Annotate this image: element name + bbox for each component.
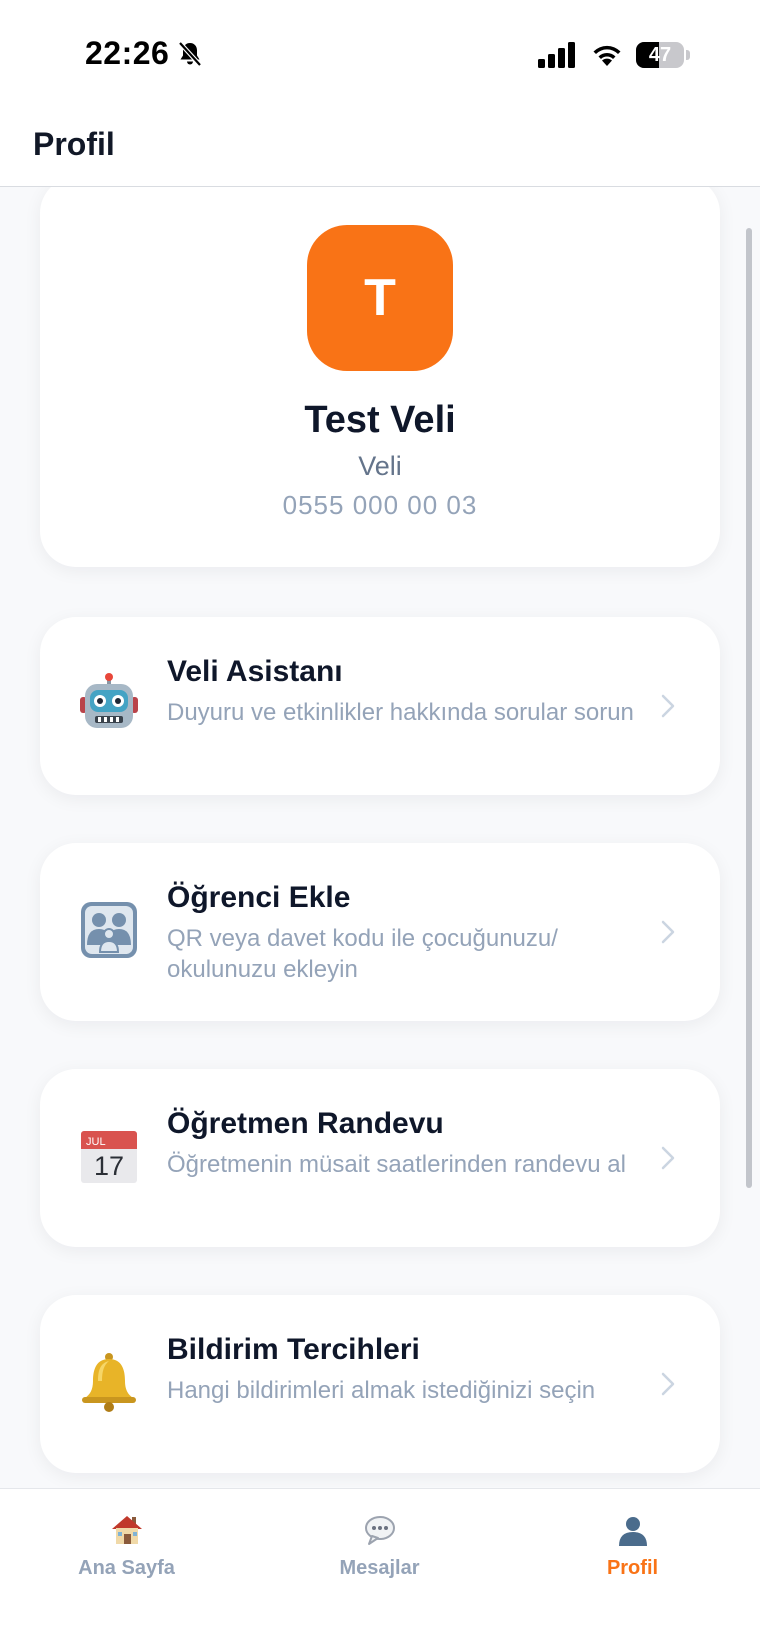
chevron-right-icon (661, 920, 675, 944)
menu-item-title: Bildirim Tercihleri (167, 1333, 420, 1366)
house-icon (112, 1516, 142, 1544)
menu-item-veli-asistani[interactable]: Veli Asistanı Duyuru ve etkinlikler hakk… (40, 617, 720, 795)
menu-item-ogrenci-ekle[interactable]: Öğrenci Ekle QR veya davet kodu ile çocu… (40, 843, 720, 1021)
menu-item-bildirim-tercihleri[interactable]: Bildirim Tercihleri Hangi bildirimleri a… (40, 1295, 720, 1473)
battery-level: 47 (648, 44, 672, 66)
tab-bar: Ana Sayfa Mesajlar Profil (0, 1488, 760, 1646)
wifi-icon (593, 45, 621, 66)
profile-card: T Test Veli Veli 0555 000 00 03 (40, 187, 720, 567)
menu-item-title: Veli Asistanı (167, 655, 343, 688)
profile-screen: 22:26 47 Profil T Test Veli Veli 0555 00… (0, 0, 760, 1646)
status-bar: 22:26 47 (0, 0, 760, 100)
status-time: 22:26 (85, 35, 170, 71)
menu-item-description: Öğretmenin müsait saatlerinden randevu a… (167, 1151, 626, 1178)
menu-item-description: Duyuru ve etkinlikler hakkında sorular s… (167, 699, 634, 726)
tab-ana-sayfa[interactable]: Ana Sayfa (0, 1489, 253, 1646)
speech-bubble-icon (365, 1516, 395, 1545)
menu-item-description: Hangi bildirimleri almak istediğinizi se… (167, 1377, 596, 1404)
battery-icon: 47 (636, 42, 690, 68)
profile-name: Test Veli (304, 399, 456, 441)
menu-item-title: Öğretmen Randevu (167, 1107, 444, 1140)
header: Profil (0, 100, 760, 187)
tab-label: Ana Sayfa (78, 1557, 175, 1579)
bell-icon (82, 1353, 136, 1412)
tab-profil[interactable]: Profil (506, 1489, 759, 1646)
bell-off-icon (178, 41, 202, 67)
calendar-icon: JUL 17 (81, 1131, 137, 1183)
chevron-right-icon (661, 1146, 675, 1170)
person-icon (619, 1517, 647, 1546)
robot-icon (80, 673, 138, 728)
avatar: T (307, 225, 453, 371)
menu-item-ogretmen-randevu[interactable]: JUL 17 Öğretmen Randevu Öğretmenin müsai… (40, 1069, 720, 1247)
tab-label: Mesajlar (339, 1557, 420, 1579)
menu-item-title: Öğrenci Ekle (167, 881, 351, 914)
chevron-right-icon (661, 694, 675, 718)
profile-phone: 0555 000 00 03 (282, 490, 478, 520)
menu-item-description: QR veya davet kodu ile çocuğunuzu/ okulu… (167, 925, 558, 983)
profile-role: Veli (358, 451, 402, 481)
chevron-right-icon (661, 1372, 675, 1396)
family-icon (81, 902, 137, 958)
content-scroll[interactable]: T Test Veli Veli 0555 000 00 03 Veli Asi… (0, 187, 760, 1487)
tab-mesajlar[interactable]: Mesajlar (253, 1489, 506, 1646)
page-title: Profil (33, 126, 115, 162)
signal-icon (538, 42, 575, 68)
calendar-month: JUL (86, 1136, 106, 1148)
scrollbar[interactable] (746, 228, 752, 1188)
calendar-day: 17 (94, 1151, 124, 1181)
tab-label: Profil (606, 1557, 659, 1579)
